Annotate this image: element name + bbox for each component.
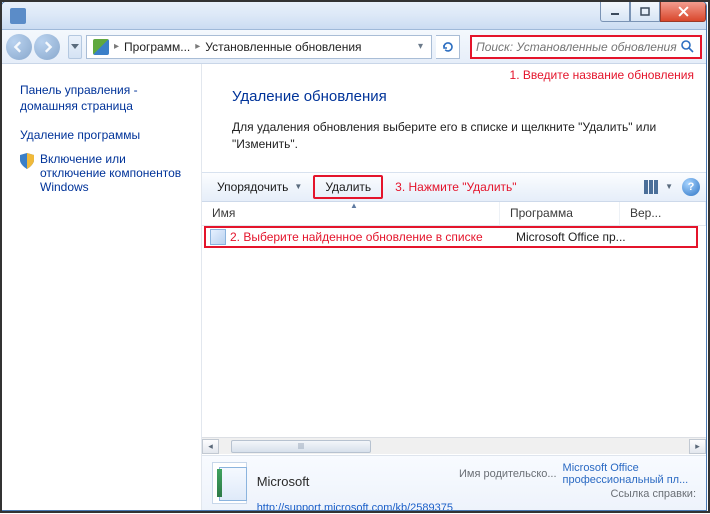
command-bar: Упорядочить ▼ Удалить 3. Нажмите "Удалит… xyxy=(202,172,706,202)
help-button[interactable]: ? xyxy=(682,178,700,196)
sidebar: Панель управления - домашняя страница Уд… xyxy=(2,64,202,510)
breadcrumb-installed-updates[interactable]: Установленные обновления xyxy=(201,40,365,54)
scroll-left-button[interactable]: ◂ xyxy=(202,439,219,454)
chevron-down-icon: ▼ xyxy=(665,182,673,191)
details-help-label: Ссылка справки: xyxy=(563,488,696,500)
column-header-program[interactable]: Программа xyxy=(500,202,620,225)
uninstall-label: Удалить xyxy=(325,180,371,194)
page-description: Для удаления обновления выберите его в с… xyxy=(232,119,682,154)
back-button[interactable] xyxy=(6,34,32,60)
windows-features-link[interactable]: Включение или отключение компонентов Win… xyxy=(40,152,191,194)
navbar: ▸ Программ... ▸ Установленные обновления… xyxy=(2,30,706,64)
nav-arrows xyxy=(6,34,60,60)
column-header-version[interactable]: Вер... xyxy=(620,202,706,225)
update-item-icon xyxy=(210,229,226,245)
page-title: Удаление обновления xyxy=(232,88,682,105)
shield-icon xyxy=(20,153,34,169)
address-dropdown-icon[interactable]: ▾ xyxy=(412,41,429,52)
maximize-button[interactable] xyxy=(630,2,660,22)
control-panel-icon xyxy=(93,39,109,55)
crumb-separator-icon: ▸ xyxy=(113,41,120,52)
details-help-link[interactable]: http://support.microsoft.com/kb/2589375 xyxy=(257,502,453,511)
details-vendor: Microsoft xyxy=(257,474,453,489)
titlebar xyxy=(2,2,706,30)
update-large-icon xyxy=(212,462,247,504)
explorer-window: ▸ Программ... ▸ Установленные обновления… xyxy=(1,1,707,511)
window-controls xyxy=(600,2,706,22)
details-parent-value: Microsoft Office профессиональный пл... xyxy=(563,462,696,486)
uninstall-button[interactable]: Удалить xyxy=(313,175,383,199)
search-box[interactable] xyxy=(470,35,702,59)
scrollbar-track[interactable] xyxy=(219,439,689,454)
details-pane: Microsoft Имя родительско... Microsoft O… xyxy=(202,455,706,510)
address-bar[interactable]: ▸ Программ... ▸ Установленные обновления… xyxy=(86,35,432,59)
list-item[interactable]: 2. Выберите найденное обновление в списк… xyxy=(204,226,698,248)
organize-label: Упорядочить xyxy=(217,180,288,194)
minimize-button[interactable] xyxy=(600,2,630,22)
chevron-down-icon: ▼ xyxy=(294,182,302,191)
details-parent-label: Имя родительско... xyxy=(459,468,557,480)
forward-button[interactable] xyxy=(34,34,60,60)
close-button[interactable] xyxy=(660,2,706,22)
column-headers: ▲ Имя Программа Вер... xyxy=(202,202,706,226)
window-icon xyxy=(10,8,26,24)
scroll-right-button[interactable]: ▸ xyxy=(689,439,706,454)
search-input[interactable] xyxy=(476,40,680,54)
control-panel-home-link[interactable]: Панель управления - домашняя страница xyxy=(20,82,191,114)
content-area: Удаление обновления Для удаления обновле… xyxy=(202,64,706,510)
breadcrumb-programs[interactable]: Программ... xyxy=(120,40,194,54)
refresh-button[interactable] xyxy=(436,35,460,59)
list-item-program: Microsoft Office пр... xyxy=(516,230,636,244)
details-view-icon xyxy=(644,180,662,194)
recent-locations-button[interactable] xyxy=(68,35,82,59)
scrollbar-thumb[interactable] xyxy=(231,440,371,453)
uninstall-program-link[interactable]: Удаление программы xyxy=(20,128,191,142)
sort-indicator-icon: ▲ xyxy=(350,201,358,210)
view-options-button[interactable]: ▼ xyxy=(641,177,676,197)
annotation-step3: 3. Нажмите "Удалить" xyxy=(395,180,516,194)
horizontal-scrollbar[interactable]: ◂ ▸ xyxy=(202,437,706,454)
search-icon[interactable] xyxy=(680,39,696,55)
crumb-separator-icon: ▸ xyxy=(194,41,201,52)
annotation-step2: 2. Выберите найденное обновление в списк… xyxy=(230,230,516,244)
organize-button[interactable]: Упорядочить ▼ xyxy=(208,175,311,199)
